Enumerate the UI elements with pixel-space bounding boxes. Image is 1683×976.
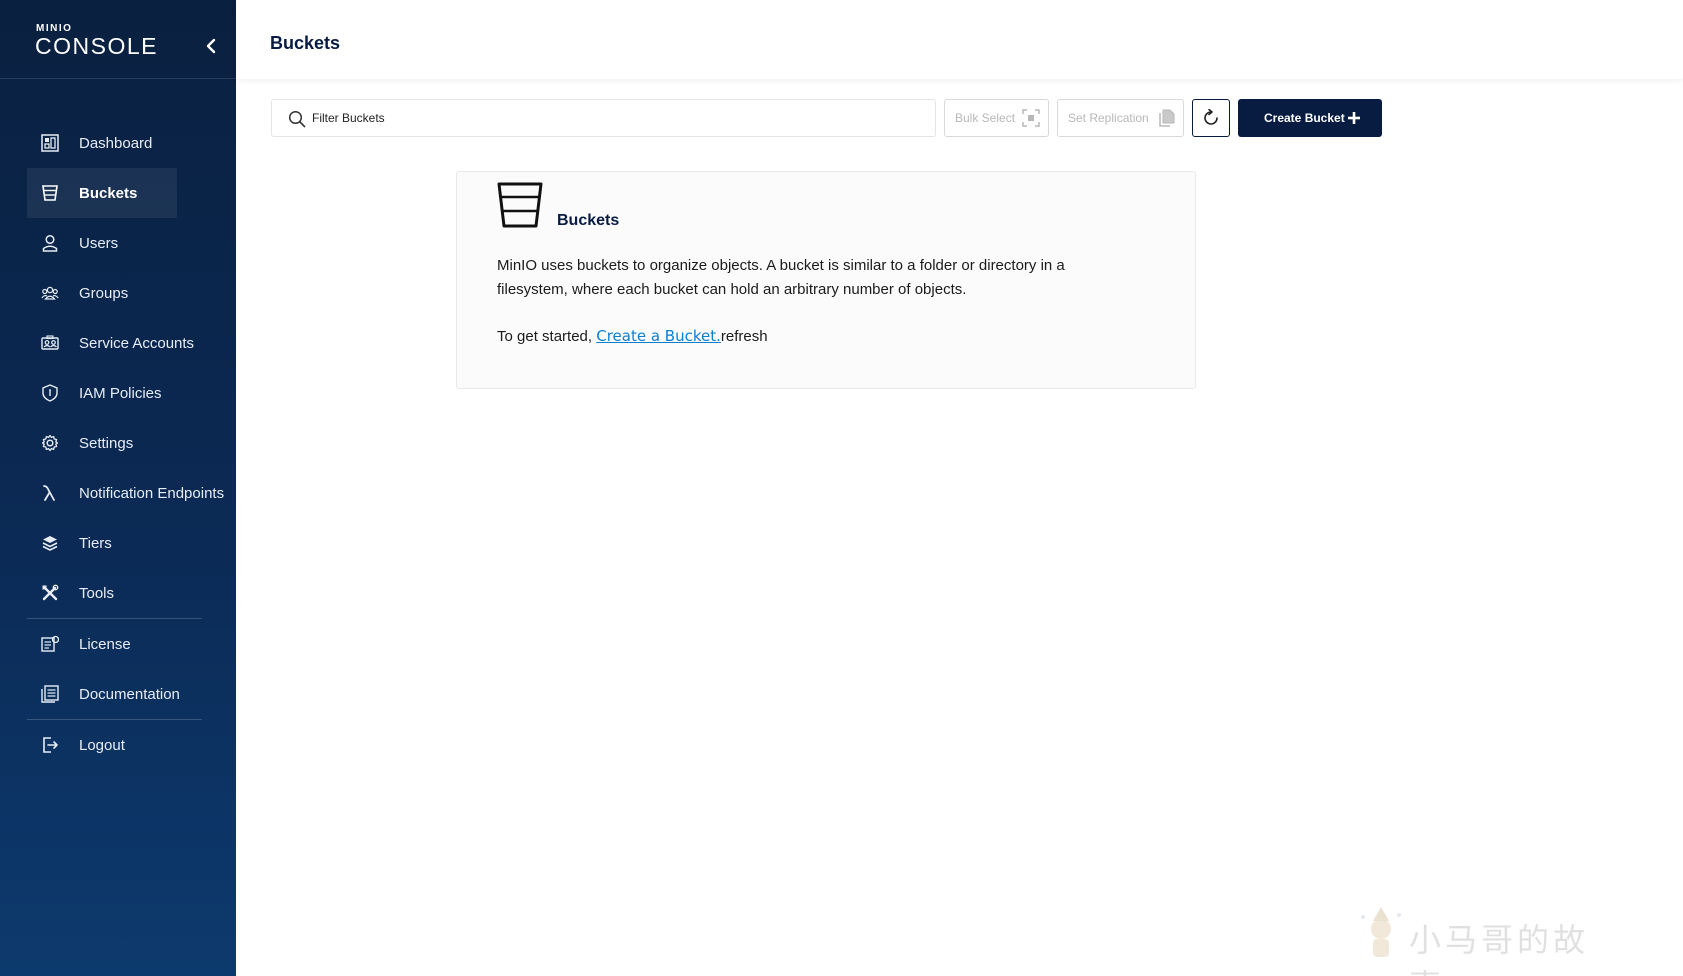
shield-icon: [42, 384, 58, 402]
sidebar: MINIO CONSOLE Dashboard Buckets Users Gr…: [0, 0, 236, 976]
search-box[interactable]: [271, 99, 936, 137]
tools-icon: [42, 584, 59, 601]
page-title: Buckets: [270, 33, 341, 53]
set-replication-button[interactable]: Set Replication: [1057, 99, 1184, 137]
sidebar-item-label: Users: [79, 234, 119, 252]
refresh-button[interactable]: [1192, 99, 1230, 137]
create-bucket-label: Create Bucket: [1264, 111, 1345, 125]
empty-state-card: Buckets MinIO uses buckets to organize o…: [456, 171, 1196, 389]
sidebar-item-label: Logout: [79, 736, 125, 754]
groups-icon: [41, 286, 59, 300]
bulk-select-button[interactable]: Bulk Select: [944, 99, 1049, 137]
set-replication-label: Set Replication: [1068, 111, 1149, 125]
empty-state-description: MinIO uses buckets to organize objects. …: [497, 257, 1065, 298]
sidebar-item-dashboard[interactable]: Dashboard: [0, 118, 236, 168]
dashboard-icon: [41, 134, 59, 152]
sidebar-item-users[interactable]: Users: [0, 218, 236, 268]
bucket-icon: [497, 182, 543, 228]
top-bar: Buckets: [236, 0, 1683, 79]
documentation-icon: [41, 685, 59, 703]
bulk-select-label: Bulk Select: [955, 111, 1016, 125]
sidebar-item-buckets[interactable]: Buckets: [27, 168, 177, 218]
sidebar-item-service-accounts[interactable]: Service Accounts: [0, 318, 236, 368]
sidebar-item-label: License: [79, 635, 131, 653]
sidebar-item-label: Settings: [79, 434, 134, 452]
sidebar-header: MINIO CONSOLE: [0, 0, 236, 79]
empty-state-start-text: To get started, Create a Bucket.refresh: [497, 327, 768, 345]
mascot-icon: [1361, 907, 1401, 957]
sidebar-item-label: IAM Policies: [79, 384, 162, 402]
start-suffix: refresh: [720, 328, 768, 345]
gear-icon: [41, 434, 59, 452]
sidebar-item-label: Dashboard: [79, 134, 153, 152]
sidebar-item-groups[interactable]: Groups: [0, 268, 236, 318]
lambda-icon: [43, 485, 55, 501]
plus-icon: [1348, 112, 1360, 124]
user-icon: [42, 234, 58, 252]
license-icon: [41, 635, 59, 652]
sidebar-item-tools[interactable]: Tools: [0, 568, 236, 618]
select-all-icon: [1022, 109, 1040, 127]
empty-state-title: Buckets: [557, 212, 620, 229]
search-input[interactable]: [312, 108, 912, 128]
search-icon: [288, 110, 306, 128]
collapse-sidebar-button[interactable]: [202, 36, 222, 56]
sidebar-nav: Dashboard Buckets Users Groups Service A…: [0, 118, 236, 770]
chevron-left-icon: [206, 38, 216, 54]
sidebar-item-iam-policies[interactable]: IAM Policies: [0, 368, 236, 418]
watermark: 小马哥的故事: [1353, 903, 1623, 976]
service-accounts-icon: [41, 335, 59, 350]
start-prefix: To get started,: [497, 328, 597, 345]
sidebar-item-label: Buckets: [79, 184, 138, 202]
refresh-icon: [1204, 109, 1218, 125]
watermark-text: 小马哥的故事: [1409, 921, 1590, 976]
sidebar-item-label: Documentation: [79, 685, 180, 703]
create-bucket-link[interactable]: Create a Bucket.: [596, 327, 721, 345]
sidebar-item-logout[interactable]: Logout: [0, 720, 236, 770]
sidebar-item-notification-endpoints[interactable]: Notification Endpoints: [0, 468, 236, 518]
copy-icon: [1159, 109, 1175, 127]
sidebar-item-label: Tiers: [79, 534, 112, 552]
bucket-icon: [42, 185, 58, 201]
sidebar-item-label: Tools: [79, 584, 115, 602]
sidebar-item-documentation[interactable]: Documentation: [0, 669, 236, 719]
sidebar-item-label: Service Accounts: [79, 334, 195, 352]
sidebar-item-license[interactable]: License: [0, 619, 236, 669]
logout-icon: [43, 737, 58, 753]
sidebar-item-label: Notification Endpoints: [79, 484, 225, 502]
sidebar-item-label: Groups: [79, 284, 129, 302]
layers-icon: [42, 536, 58, 551]
sidebar-item-tiers[interactable]: Tiers: [0, 518, 236, 568]
sidebar-item-settings[interactable]: Settings: [0, 418, 236, 468]
create-bucket-button[interactable]: Create Bucket: [1238, 99, 1382, 137]
logo-main-text: CONSOLE: [35, 33, 158, 59]
